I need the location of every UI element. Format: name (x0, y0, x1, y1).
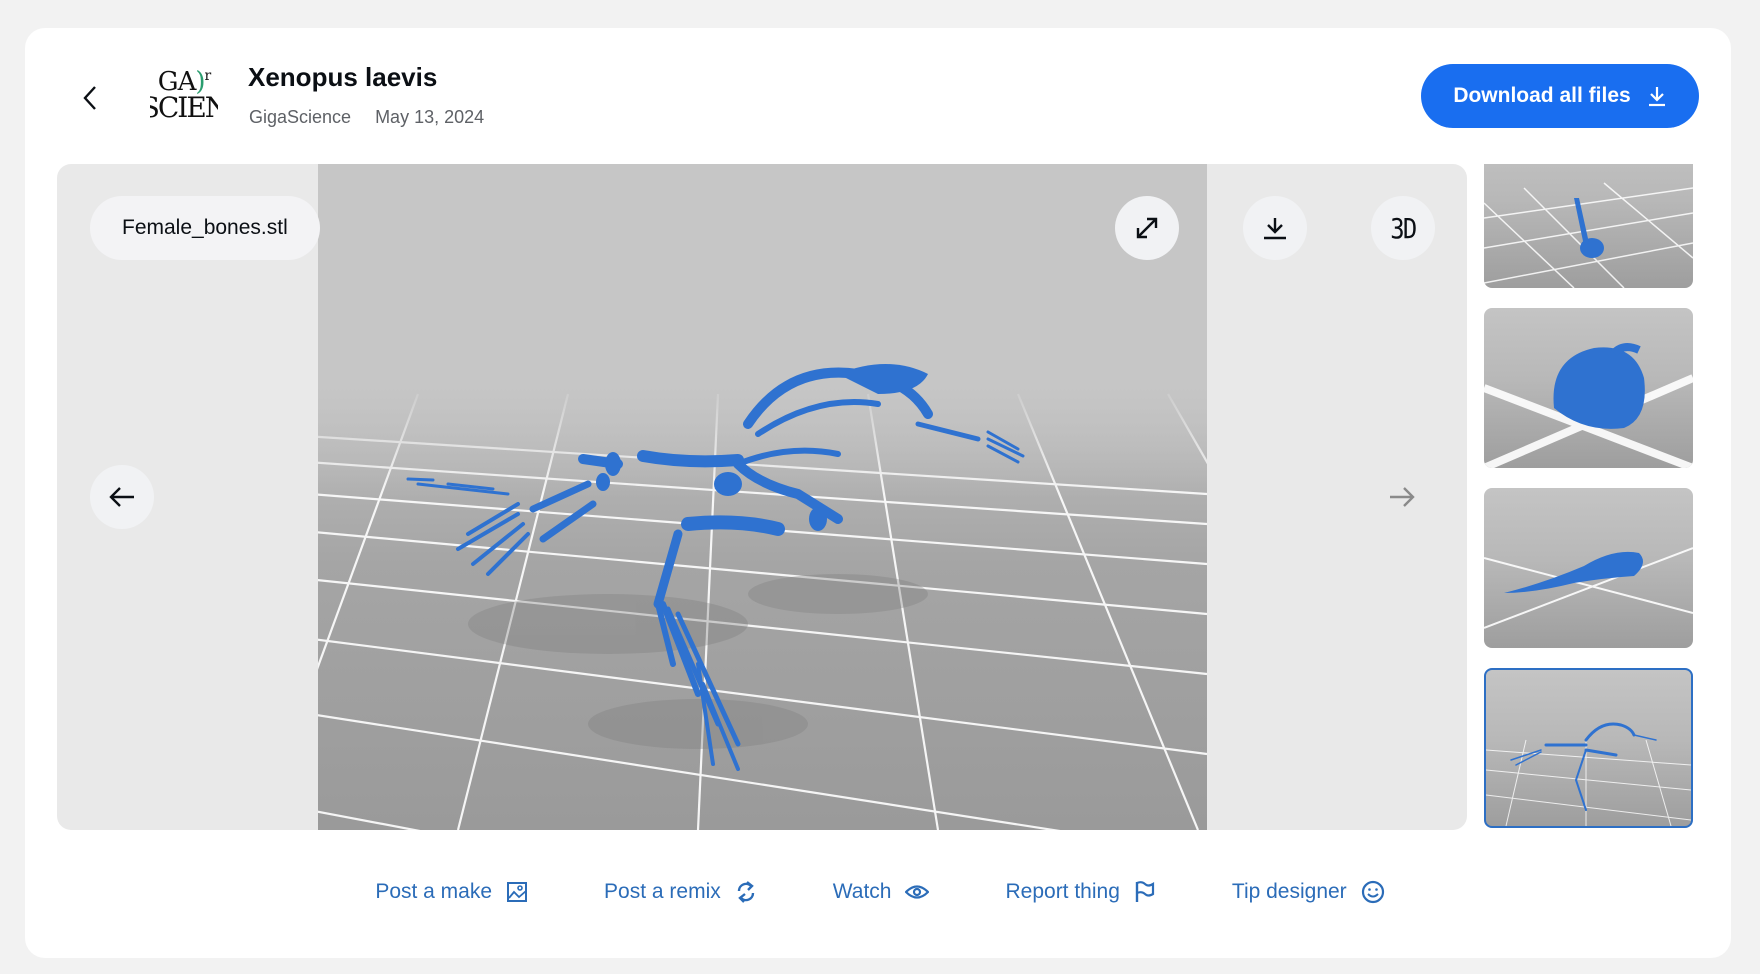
thumbnail-2[interactable] (1484, 308, 1693, 468)
render-grid-floor (318, 164, 1207, 830)
post-a-make-link[interactable]: Post a make (375, 880, 528, 904)
download-all-label: Download all files (1453, 84, 1631, 107)
image-icon (507, 882, 528, 902)
watch-label: Watch (832, 880, 892, 903)
thing-actions: Post a make Post a remix Watch Report th… (0, 880, 1760, 904)
file-name-pill[interactable]: Female_bones.stl (90, 196, 320, 260)
download-all-files-button[interactable]: Download all files (1421, 64, 1699, 128)
report-thing-label: Report thing (1005, 880, 1120, 903)
thumbnail-3[interactable] (1484, 488, 1693, 648)
chevron-left-icon (83, 86, 96, 110)
tip-designer-label: Tip designer (1231, 880, 1347, 903)
page-title: Xenopus laevis (248, 62, 438, 92)
view-3d-button[interactable]: 3D (1371, 196, 1435, 260)
watch-link[interactable]: Watch (833, 880, 930, 904)
logo-text-tail: r (204, 68, 212, 85)
thumbnail-image-1 (1484, 182, 1693, 288)
thumbnail-4-selected[interactable] (1484, 668, 1693, 828)
post-a-make-label: Post a make (375, 880, 493, 903)
publish-date: May 13, 2024 (375, 107, 485, 127)
thumbnail-image-3 (1484, 547, 1693, 629)
report-thing-link[interactable]: Report thing (1005, 880, 1155, 904)
next-file-button[interactable] (1380, 465, 1424, 529)
expand-icon (1136, 217, 1158, 239)
back-button[interactable] (70, 78, 110, 118)
flag-icon (1135, 881, 1154, 902)
thing-meta: GigaScience May 13, 2024 (249, 107, 484, 128)
view-3d-label: 3D (1390, 211, 1417, 245)
arrow-left-icon (109, 487, 134, 507)
thumbnail-strip[interactable] (1484, 164, 1695, 830)
eye-icon (905, 885, 930, 899)
download-icon (1648, 87, 1665, 107)
thumbnail-image-2 (1484, 343, 1693, 468)
tip-designer-link[interactable]: Tip designer (1232, 880, 1385, 904)
file-name-label: Female_bones.stl (122, 216, 288, 239)
model-render[interactable] (318, 164, 1207, 830)
previous-file-button[interactable] (90, 465, 154, 529)
arrow-right-icon (1390, 487, 1415, 507)
smiley-icon (1361, 880, 1384, 904)
author-link[interactable]: GigaScience (249, 107, 351, 128)
logo-text-2: SCIEN (150, 91, 218, 125)
post-a-remix-label: Post a remix (604, 880, 721, 903)
fullscreen-button[interactable] (1115, 196, 1179, 260)
designer-logo[interactable]: GA)r SCIEN (150, 62, 218, 130)
download-file-button[interactable] (1243, 196, 1307, 260)
thumbnail-image-4 (1486, 722, 1691, 826)
thumbnail-1[interactable] (1484, 164, 1693, 288)
post-a-remix-link[interactable]: Post a remix (604, 880, 757, 904)
download-icon (1264, 218, 1286, 240)
model-viewer: Female_bones.stl 3D (57, 164, 1467, 830)
refresh-icon (737, 881, 754, 903)
